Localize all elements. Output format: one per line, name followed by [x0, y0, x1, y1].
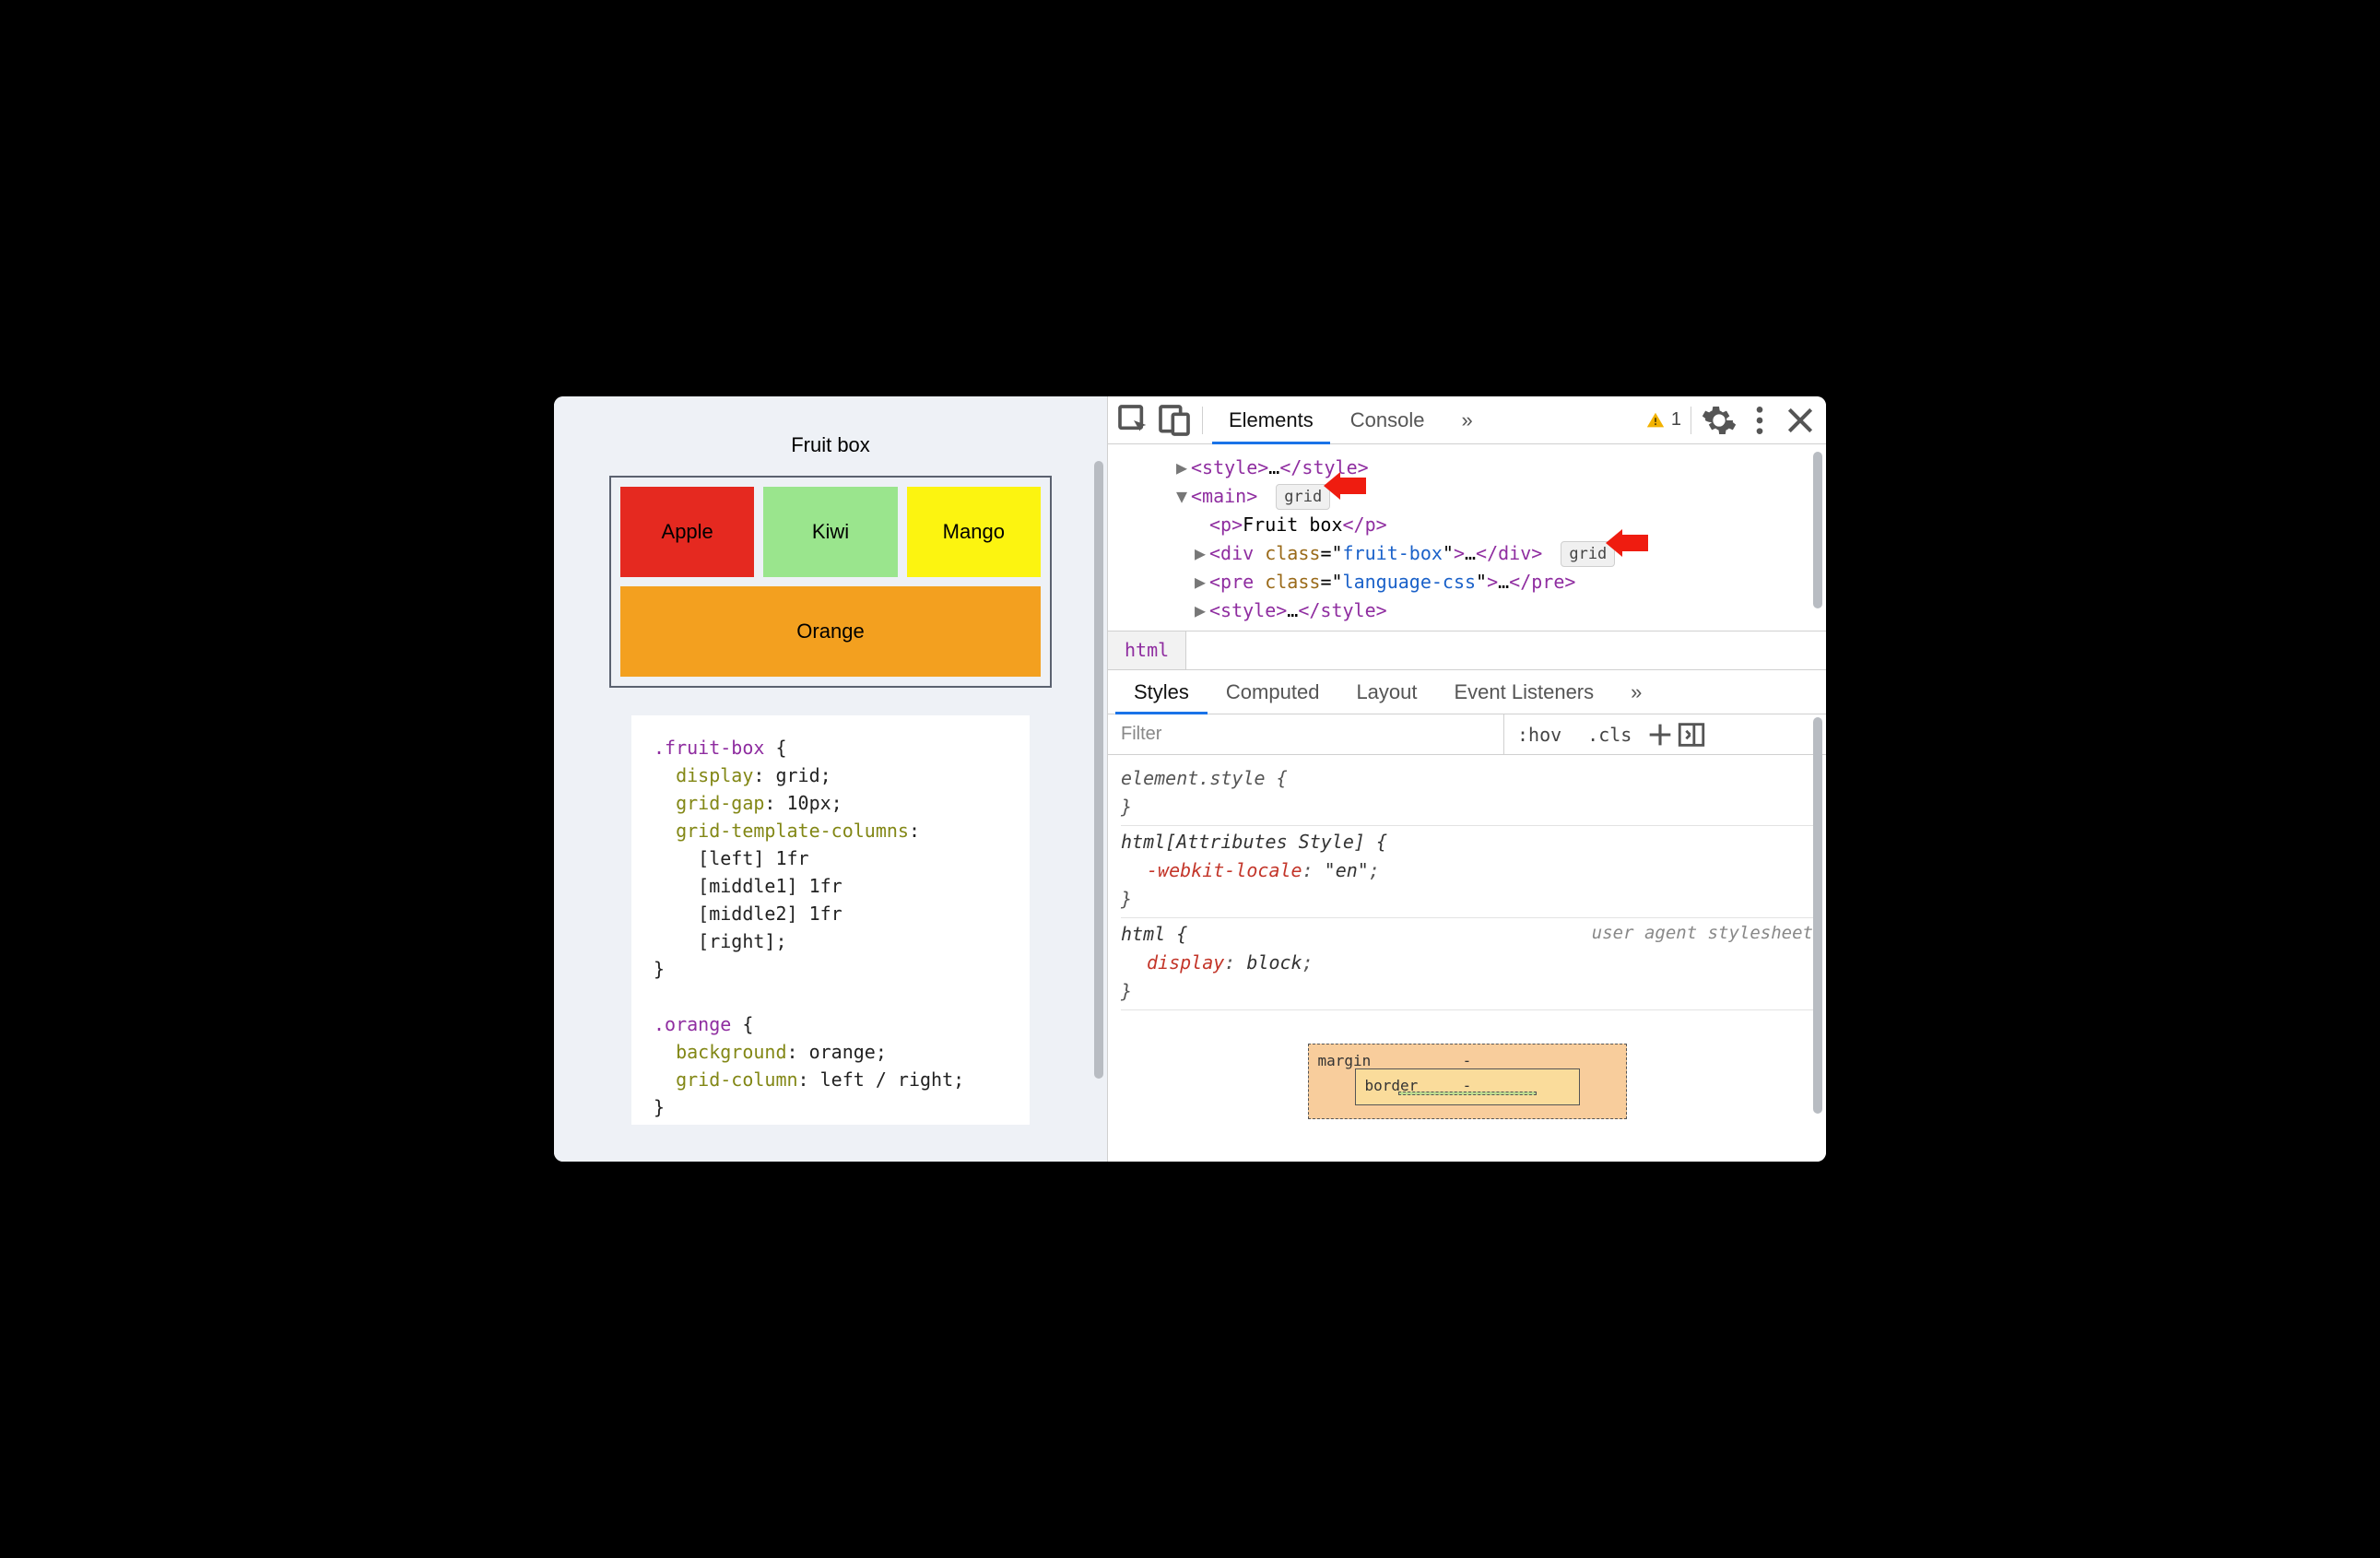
stylesheet-source: user agent stylesheet [1592, 920, 1813, 947]
subtab-layout[interactable]: Layout [1337, 670, 1435, 714]
disclosure-triangle-icon[interactable]: ▶ [1195, 568, 1208, 596]
styles-panel[interactable]: element.style { } html[Attributes Style]… [1108, 755, 1826, 1162]
warning-badge[interactable]: 1 [1645, 409, 1681, 431]
fruit-kiwi: Kiwi [763, 487, 897, 577]
tab-elements[interactable]: Elements [1212, 396, 1330, 443]
styles-tabbar: Styles Computed Layout Event Listeners » [1108, 670, 1826, 714]
close-icon[interactable] [1782, 402, 1819, 439]
sidebar-toggle-icon[interactable] [1676, 719, 1707, 750]
plus-icon[interactable] [1644, 719, 1676, 750]
page-title: Fruit box [609, 433, 1052, 457]
annotation-arrow-icon [1324, 472, 1366, 500]
kebab-menu-icon[interactable] [1741, 402, 1778, 439]
disclosure-triangle-icon[interactable]: ▶ [1195, 539, 1208, 568]
cls-toggle[interactable]: .cls [1574, 724, 1644, 746]
disclosure-triangle-icon[interactable]: ▶ [1195, 596, 1208, 625]
subtab-events[interactable]: Event Listeners [1436, 670, 1613, 714]
annotation-arrow-icon [1606, 529, 1648, 557]
inspect-element-icon[interactable] [1115, 402, 1152, 439]
styles-filter-input[interactable] [1108, 714, 1504, 754]
disclosure-triangle-icon[interactable]: ▶ [1176, 454, 1189, 482]
gear-icon[interactable] [1701, 402, 1738, 439]
fruit-mango: Mango [907, 487, 1041, 577]
tab-more[interactable]: » [1444, 396, 1489, 443]
breadcrumb: html [1108, 631, 1826, 670]
disclosure-triangle-icon[interactable]: ▼ [1176, 482, 1189, 511]
filter-bar: :hov .cls [1108, 714, 1826, 755]
css-code-block: .fruit-box { display: grid; grid-gap: 10… [631, 715, 1030, 1125]
warning-count: 1 [1671, 409, 1681, 431]
device-toolbar-icon[interactable] [1156, 402, 1193, 439]
subtab-more[interactable]: » [1612, 670, 1660, 714]
devtools-tabbar: Elements Console » 1 [1108, 396, 1826, 444]
rule-close: } [1121, 793, 1813, 821]
subtab-computed[interactable]: Computed [1208, 670, 1338, 714]
devtools-pane: Elements Console » 1 ▶<style>…</style> [1107, 396, 1826, 1162]
hov-toggle[interactable]: :hov [1504, 724, 1574, 746]
rendered-page-pane: Fruit box Apple Kiwi Mango Orange .fruit… [554, 396, 1107, 1162]
fruit-orange: Orange [620, 586, 1041, 677]
rule-selector: html { [1121, 923, 1187, 945]
tab-console[interactable]: Console [1334, 396, 1442, 443]
box-model[interactable]: margin - border - [1121, 1010, 1813, 1119]
element-style-selector: element.style { [1121, 764, 1813, 793]
subtab-styles[interactable]: Styles [1115, 670, 1208, 714]
rule-selector: html[Attributes Style] { [1121, 831, 1387, 853]
split-view: Fruit box Apple Kiwi Mango Orange .fruit… [554, 396, 1826, 1162]
fruit-apple: Apple [620, 487, 754, 577]
fruit-box-grid: Apple Kiwi Mango Orange [609, 476, 1052, 688]
breadcrumb-item[interactable]: html [1108, 631, 1186, 669]
dom-tree[interactable]: ▶<style>…</style> ▼<main> grid <p>Fruit … [1108, 444, 1826, 631]
grid-badge[interactable]: grid [1276, 484, 1330, 510]
